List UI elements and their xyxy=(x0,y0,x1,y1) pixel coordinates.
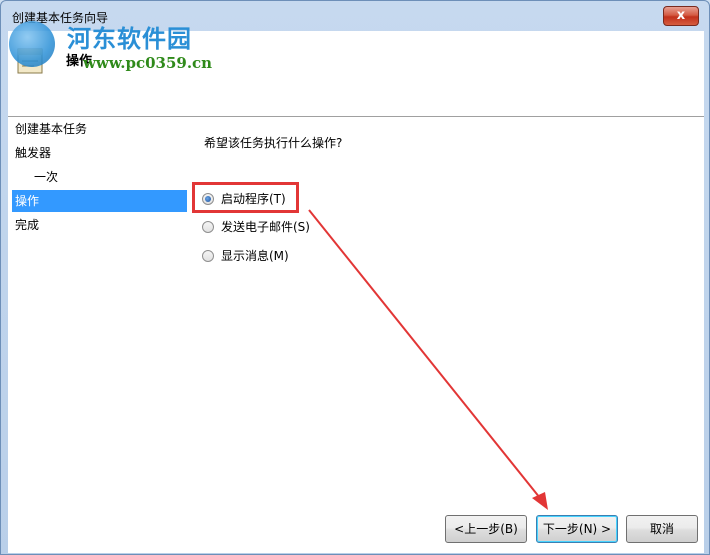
close-icon: x xyxy=(676,8,686,23)
wizard-content: 希望该任务执行什么操作? 启动程序(T) 发送电子邮件(S) 显示消息(M) xyxy=(189,117,704,495)
radio-start-program[interactable] xyxy=(202,193,214,205)
watermark: 河东软件园 www.pc0359.cn xyxy=(1,9,221,72)
action-question: 希望该任务执行什么操作? xyxy=(204,136,343,150)
option-show-message[interactable]: 显示消息(M) xyxy=(202,246,289,266)
option-send-email-label: 发送电子邮件(S) xyxy=(221,220,310,234)
option-send-email[interactable]: 发送电子邮件(S) xyxy=(202,217,310,237)
watermark-logo-icon xyxy=(9,21,55,67)
close-button[interactable]: x xyxy=(663,6,699,26)
task-wizard-window: 创建基本任务向导 x 操作 河东软件园 www.pc0359.cn 创建基本任务… xyxy=(0,0,710,555)
sidebar-item-once[interactable]: 一次 xyxy=(12,166,187,188)
back-button[interactable]: <上一步(B) xyxy=(445,515,527,543)
radio-show-message[interactable] xyxy=(202,250,214,262)
watermark-site-name: 河东软件园 xyxy=(67,24,192,53)
next-button[interactable]: 下一步(N) > xyxy=(536,515,618,543)
sidebar-item-create-basic-task[interactable]: 创建基本任务 xyxy=(12,118,187,140)
sidebar-item-trigger[interactable]: 触发器 xyxy=(12,142,187,164)
radio-send-email[interactable] xyxy=(202,221,214,233)
option-start-program-label: 启动程序(T) xyxy=(221,192,286,206)
wizard-footer: <上一步(B) 下一步(N) > 取消 xyxy=(8,495,704,553)
option-start-program[interactable]: 启动程序(T) xyxy=(202,189,286,209)
cancel-button[interactable]: 取消 xyxy=(626,515,698,543)
sidebar-item-finish[interactable]: 完成 xyxy=(12,214,187,236)
option-show-message-label: 显示消息(M) xyxy=(221,249,289,263)
sidebar-item-action[interactable]: 操作 xyxy=(12,190,187,212)
watermark-url: www.pc0359.cn xyxy=(83,54,213,72)
wizard-steps-sidebar: 创建基本任务 触发器 一次 操作 完成 xyxy=(8,117,189,495)
